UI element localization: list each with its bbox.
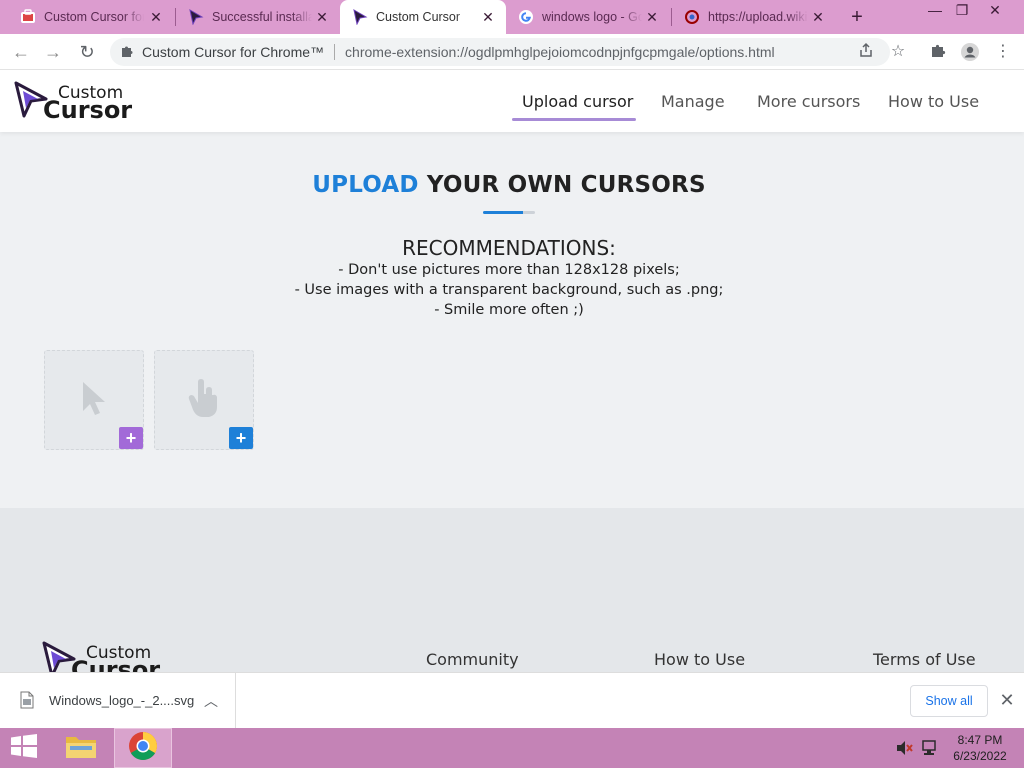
- tab-google-search[interactable]: windows logo - Google Search ✕: [506, 0, 670, 34]
- hand-cursor-icon: [187, 379, 223, 424]
- recommendation-line: - Don't use pictures more than 128x128 p…: [338, 262, 680, 278]
- tab-strip: Custom Cursor for Chrome ✕ Successful in…: [0, 0, 1024, 34]
- share-icon[interactable]: [856, 42, 876, 62]
- tab-wikimedia[interactable]: https://upload.wikimedia.org ✕: [672, 0, 836, 34]
- site-footer: Custom Cursor Community How to Use Terms…: [0, 508, 1024, 672]
- add-pointer-button[interactable]: +: [119, 427, 143, 449]
- close-icon[interactable]: ✕: [998, 689, 1016, 711]
- title-rest: YOUR OWN CURSORS: [426, 172, 706, 198]
- network-icon[interactable]: [921, 739, 939, 762]
- chrome-taskbar-button[interactable]: [114, 728, 172, 768]
- window-close-button[interactable]: ✕: [980, 0, 1010, 22]
- menu-kebab-icon[interactable]: ⋮: [993, 42, 1013, 62]
- chrome-icon: [128, 731, 158, 766]
- nav-how-to-use[interactable]: How to Use: [888, 92, 979, 111]
- new-tab-button[interactable]: +: [846, 6, 868, 28]
- download-item[interactable]: Windows_logo_-_2....svg ︿: [0, 673, 236, 729]
- arrow-cursor-icon: [81, 381, 109, 422]
- upload-hand-slot[interactable]: +: [154, 350, 254, 450]
- tab-successful-installation[interactable]: Successful installation ✕: [176, 0, 340, 34]
- bookmark-star-icon[interactable]: ☆: [888, 42, 908, 62]
- cursor-arrow-icon: [188, 9, 204, 25]
- volume-muted-icon[interactable]: [896, 740, 914, 761]
- divider: [334, 44, 336, 60]
- profile-avatar-icon[interactable]: [960, 42, 980, 62]
- clock-date: 6/23/2022: [953, 749, 1007, 763]
- svg-text:Cursor: Cursor: [71, 656, 160, 672]
- taskbar-clock[interactable]: 8:47 PM 6/23/2022: [944, 732, 1016, 764]
- tab-title: Successful installation: [212, 10, 312, 24]
- google-g-icon: [518, 9, 534, 25]
- recommendations-heading: RECOMMENDATIONS:: [402, 236, 616, 260]
- close-icon[interactable]: ✕: [644, 9, 660, 25]
- tab-title: https://upload.wikimedia.org: [708, 10, 808, 24]
- site-header: Custom Cursor Upload cursor Manage More …: [0, 70, 1024, 132]
- restore-button[interactable]: ❐: [947, 0, 977, 22]
- active-nav-underline: [512, 118, 636, 121]
- close-icon[interactable]: ✕: [480, 9, 496, 25]
- windows-logo-icon: [10, 733, 38, 763]
- file-icon: [20, 691, 34, 714]
- nav-more-cursors[interactable]: More cursors: [757, 92, 860, 111]
- footer-link-terms[interactable]: Terms of Use: [873, 650, 976, 669]
- page-title: UPLOAD YOUR OWN CURSORS: [0, 172, 1018, 198]
- show-all-button[interactable]: Show all: [910, 685, 988, 717]
- address-bar[interactable]: Custom Cursor for Chrome™ chrome-extensi…: [110, 38, 890, 66]
- download-filename: Windows_logo_-_2....svg: [49, 693, 195, 708]
- tab-custom-cursor[interactable]: Custom Cursor ✕: [340, 0, 506, 34]
- cursor-arrow-icon: [352, 9, 368, 25]
- clock-time: 8:47 PM: [957, 733, 1003, 747]
- tab-title: windows logo - Google Search: [542, 10, 642, 24]
- windows-taskbar: 8:47 PM 6/23/2022: [0, 728, 1024, 768]
- url-text: chrome-extension://ogdlpmhglpejoiomcodnp…: [345, 44, 775, 60]
- recommendation-line: - Smile more often ;): [434, 302, 584, 318]
- footer-link-how-to-use[interactable]: How to Use: [654, 650, 745, 669]
- footer-link-community[interactable]: Community: [426, 650, 519, 669]
- file-explorer-taskbar-button[interactable]: [58, 728, 104, 768]
- puzzle-icon: [120, 44, 134, 61]
- wikimedia-icon: [684, 9, 700, 25]
- footer-logo[interactable]: Custom Cursor: [42, 638, 172, 672]
- add-hand-button[interactable]: +: [229, 427, 253, 449]
- tab-title: Custom Cursor for Chrome: [44, 10, 144, 24]
- tab-title: Custom Cursor: [376, 10, 461, 24]
- upload-pointer-slot[interactable]: +: [44, 350, 144, 450]
- folder-icon: [64, 732, 98, 765]
- custom-cursor-store-icon: [20, 9, 36, 25]
- recommendation-line: - Use images with a transparent backgrou…: [294, 282, 724, 298]
- page-content: Custom Cursor Upload cursor Manage More …: [0, 70, 1024, 672]
- start-button[interactable]: [4, 728, 44, 768]
- forward-button[interactable]: →: [42, 41, 64, 63]
- site-name: Custom Cursor for Chrome™: [142, 44, 325, 60]
- nav-upload-cursor[interactable]: Upload cursor: [522, 92, 633, 111]
- nav-manage[interactable]: Manage: [661, 92, 725, 111]
- tab-custom-cursor-store[interactable]: Custom Cursor for Chrome ✕: [8, 0, 174, 34]
- title-divider: [483, 211, 535, 214]
- chevron-up-icon[interactable]: ︿: [204, 691, 218, 711]
- close-icon[interactable]: ✕: [148, 9, 164, 25]
- minimize-button[interactable]: —: [920, 0, 950, 22]
- close-icon[interactable]: ✕: [314, 9, 330, 25]
- svg-text:Cursor: Cursor: [43, 96, 132, 124]
- title-accent: UPLOAD: [312, 172, 419, 198]
- extensions-icon[interactable]: [928, 42, 948, 62]
- browser-toolbar: ← → ↻ Custom Cursor for Chrome™ chrome-e…: [0, 34, 1024, 70]
- close-icon[interactable]: ✕: [810, 9, 826, 25]
- custom-cursor-logo[interactable]: Custom Cursor: [14, 78, 144, 124]
- reload-button[interactable]: ↻: [76, 41, 98, 63]
- back-button[interactable]: ←: [10, 41, 32, 63]
- download-bar: Windows_logo_-_2....svg ︿ Show all ✕: [0, 672, 1024, 729]
